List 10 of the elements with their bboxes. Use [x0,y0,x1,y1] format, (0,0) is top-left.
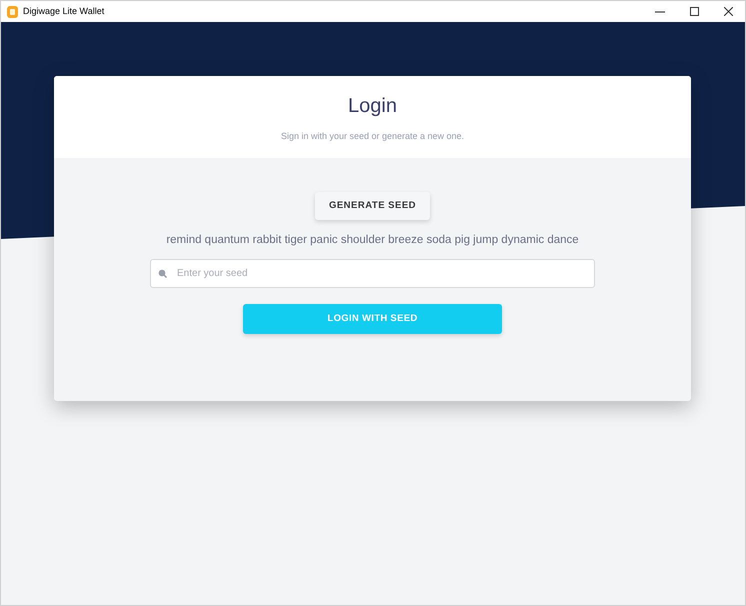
seed-phrase: remind quantum rabbit tiger panic shoulder breeze soda pig jump dynamic dance [166,233,579,248]
app-logo-icon [7,6,18,18]
seed-input-field[interactable]: Enter your seed [150,259,595,288]
maximize-icon [690,7,698,16]
close-icon [724,7,732,16]
login-subtitle: Sign in with your seed or generate a new one. [280,130,464,143]
window-title: Digiwage Lite Wallet [23,4,104,18]
login-title: Login [348,94,397,118]
generate-seed-button[interactable]: GENERATE SEED [314,192,430,220]
search-icon [158,269,167,278]
